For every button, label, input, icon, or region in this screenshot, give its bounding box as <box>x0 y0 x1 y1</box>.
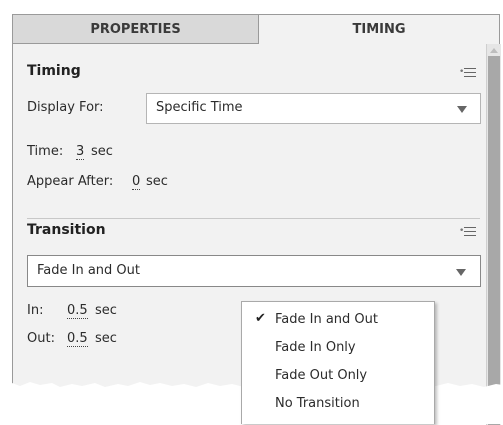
section-divider <box>27 218 480 219</box>
time-field[interactable]: 3 <box>76 144 85 160</box>
dropdown-item-fade-in-and-out[interactable]: ✔ Fade In and Out <box>242 308 434 333</box>
out-unit: sec <box>95 331 117 346</box>
time-label: Time: <box>27 144 64 159</box>
transition-select[interactable]: Fade In and Out <box>27 255 481 287</box>
transition-value: Fade In and Out <box>37 263 140 278</box>
tab-timing[interactable]: TIMING <box>259 15 499 44</box>
out-duration-field[interactable]: 0.5 <box>67 331 88 347</box>
vertical-scrollbar[interactable] <box>486 44 501 425</box>
timing-section-title: Timing <box>27 63 81 79</box>
dropdown-item-label: Fade In and Out <box>275 312 378 327</box>
chevron-down-icon <box>457 106 467 113</box>
transition-section-title: Transition <box>27 222 106 238</box>
in-duration-field[interactable]: 0.5 <box>67 303 88 319</box>
out-label: Out: <box>27 331 55 346</box>
dropdown-item-label: Fade In Only <box>275 340 356 355</box>
dropdown-item-label: Fade Out Only <box>275 368 368 383</box>
checkmark-icon: ✔ <box>255 311 266 326</box>
dropdown-item-fade-out-only[interactable]: Fade Out Only <box>242 364 434 389</box>
scroll-up-icon[interactable] <box>490 48 498 53</box>
chevron-down-icon <box>456 269 466 276</box>
in-label: In: <box>27 303 44 318</box>
appear-after-unit: sec <box>146 174 168 189</box>
display-for-value: Specific Time <box>156 100 243 115</box>
appear-after-label: Appear After: <box>27 174 114 189</box>
scroll-thumb[interactable] <box>488 56 500 425</box>
panel-tabs: PROPERTIES TIMING <box>13 15 499 44</box>
dropdown-item-label: No Transition <box>275 396 360 411</box>
in-unit: sec <box>95 303 117 318</box>
dropdown-item-no-transition[interactable]: No Transition <box>242 392 434 417</box>
dropdown-item-fade-in-only[interactable]: Fade In Only <box>242 336 434 361</box>
panel-menu-icon[interactable]: • <box>459 226 477 238</box>
time-unit: sec <box>91 144 113 159</box>
display-for-select[interactable]: Specific Time <box>146 93 481 124</box>
display-for-label: Display For: <box>27 100 104 115</box>
appear-after-field[interactable]: 0 <box>132 174 141 190</box>
panel-menu-icon[interactable]: • <box>459 67 477 79</box>
tab-properties[interactable]: PROPERTIES <box>13 15 259 44</box>
transition-dropdown-menu: ✔ Fade In and Out Fade In Only Fade Out … <box>241 301 435 424</box>
